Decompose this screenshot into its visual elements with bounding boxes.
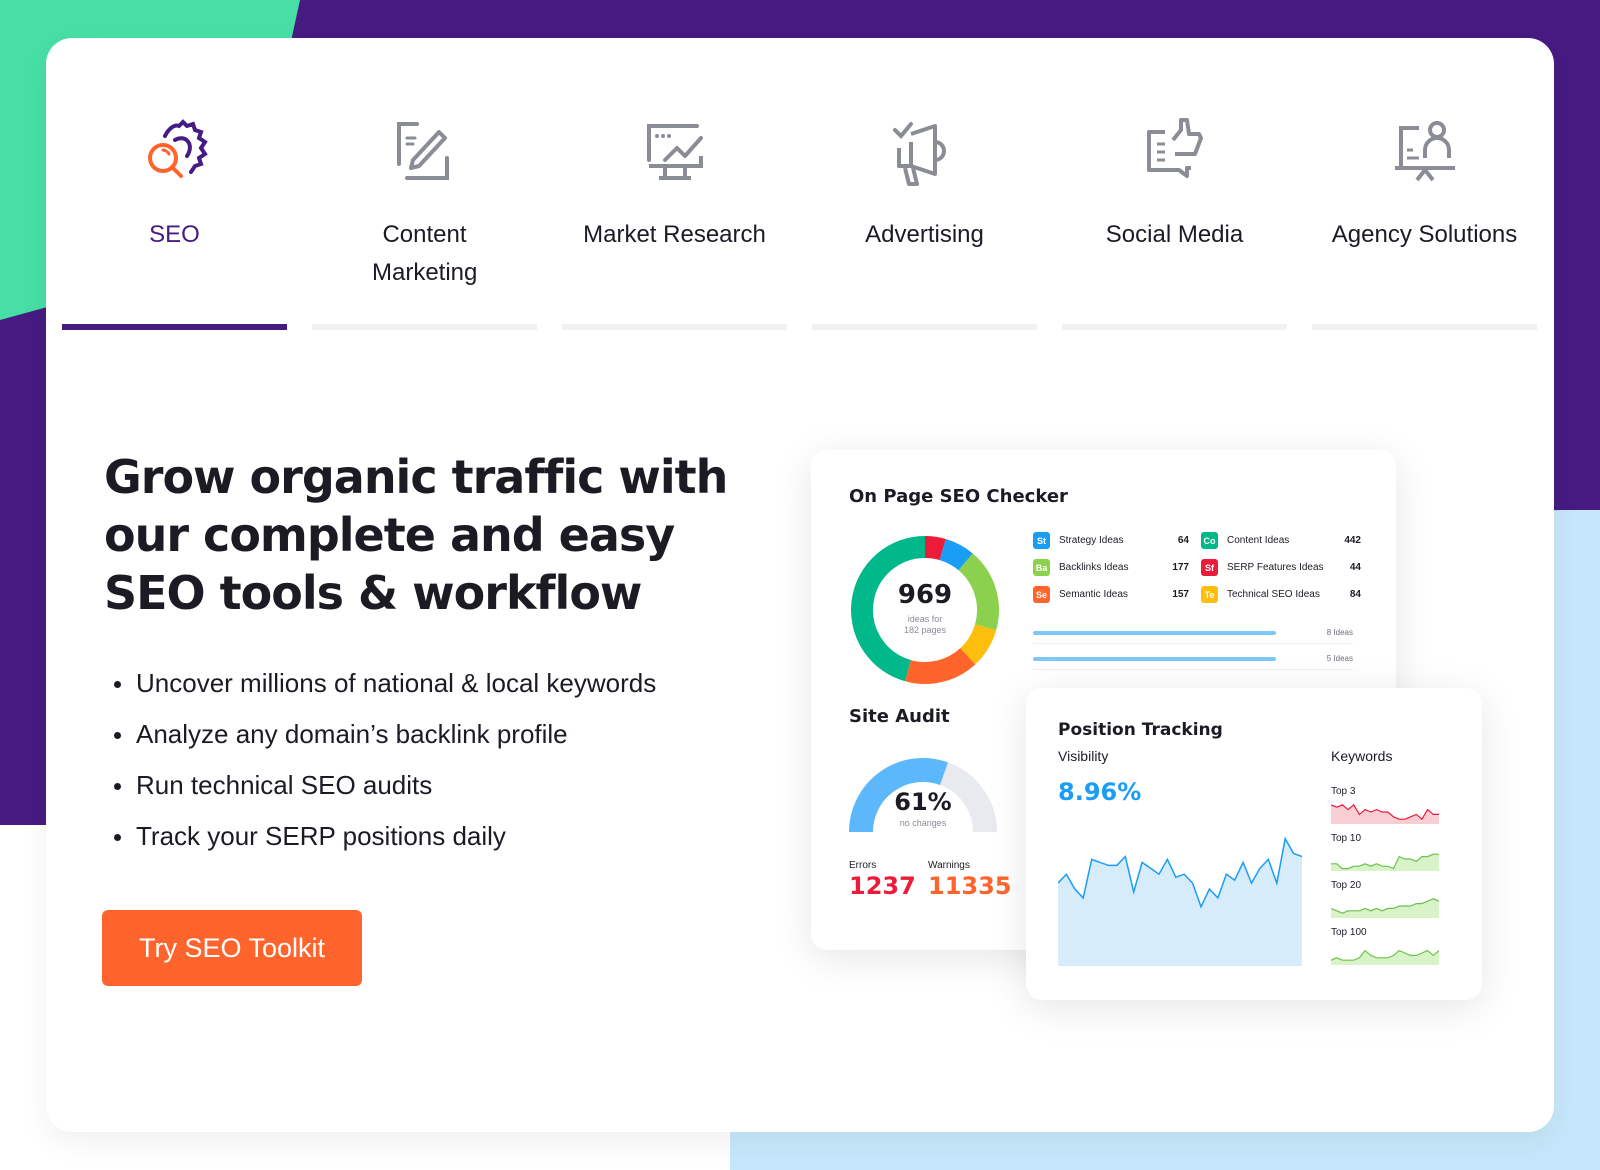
idea-badge: Co [1201,532,1218,549]
warnings-value: 11335 [928,872,1012,900]
idea-count: 442 [1344,535,1361,546]
idea-count: 84 [1349,589,1361,600]
idea-item[interactable]: Te Technical SEO Ideas 84 [1201,586,1361,603]
thumbs-up-chat-icon [1146,118,1203,178]
idea-item[interactable]: Sf SERP Features Ideas 44 [1201,559,1361,576]
idea-count: 157 [1172,589,1189,600]
content-edit-icon [396,122,449,180]
page-ideas-row[interactable]: 8 Ideas [1033,626,1353,644]
keyword-sparkline [1331,853,1439,871]
sparkline-area [1331,898,1439,918]
idea-name: Content Ideas [1227,535,1290,546]
page-ideas-label: 5 Ideas [1326,654,1353,663]
ideas-sub-line: ideas for [907,614,943,624]
market-research-monitor-icon [646,124,703,180]
visibility-value: 8.96% [1058,778,1142,806]
keyword-sparkline [1331,803,1439,824]
tab-social-media[interactable]: Social Media [1062,38,1287,338]
tab-label: Agency Solutions [1331,221,1518,248]
feature-item: Run technical SEO audits [112,760,656,811]
keyword-label: Top 10 [1331,833,1362,844]
feature-item: Analyze any domain’s backlink profile [112,709,656,760]
errors-value: 1237 [849,872,916,900]
tab-indicator [312,324,537,330]
visibility-label: Visibility [1058,748,1109,764]
tab-indicator [812,324,1037,330]
position-tracking-title: Position Tracking [1058,720,1223,740]
site-audit-percent: 61% [894,788,952,816]
idea-badge: Te [1201,586,1218,603]
feature-item: Uncover millions of national & local key… [112,658,656,709]
idea-count: 44 [1349,562,1361,573]
presentation-person-icon [1394,121,1455,182]
keyword-label: Top 3 [1331,786,1356,797]
page-ideas-bar [1033,657,1277,661]
seo-gear-search-icon [147,119,208,178]
idea-name: Backlinks Ideas [1059,562,1129,573]
tab-label: SEO [149,221,200,248]
position-tracking-panel: Position Tracking Visibility 8.96% Keywo… [1026,688,1482,1000]
idea-badge: St [1033,532,1050,549]
idea-name: Strategy Ideas [1059,535,1124,546]
page-ideas-bar [1033,631,1277,635]
ideas-total-sub: ideas for 182 pages [847,614,1003,636]
keyword-label: Top 20 [1331,880,1362,891]
keywords-label: Keywords [1331,748,1393,764]
feature-list: Uncover millions of national & local key… [112,658,656,862]
site-audit-sub: no changes [899,818,947,828]
tab-label: Advertising [865,221,984,248]
idea-count: 64 [1177,535,1189,546]
idea-badge: Ba [1033,559,1050,576]
visibility-chart [1058,836,1302,966]
tab-seo[interactable]: SEO [62,38,287,338]
keyword-sparkline [1331,949,1439,965]
tab-agency-solutions[interactable]: Agency Solutions [1312,38,1537,338]
ideas-sub-line: 182 pages [903,625,947,635]
warnings-label: Warnings [928,860,970,871]
errors-label: Errors [849,860,877,871]
keyword-sparkline [1331,898,1439,918]
tab-market-research[interactable]: Market Research [562,38,787,338]
keyword-label: Top 100 [1331,927,1367,938]
idea-name: Semantic Ideas [1059,589,1128,600]
tab-indicator [62,324,287,330]
hero-title: Grow organic traffic with our complete a… [104,450,728,620]
idea-count: 177 [1172,562,1189,573]
idea-item[interactable]: Se Semantic Ideas 157 [1033,586,1189,603]
sparkline-area [1331,804,1439,824]
page-ideas-label: 8 Ideas [1326,628,1353,637]
idea-item[interactable]: St Strategy Ideas 64 [1033,532,1189,549]
visibility-area [1058,838,1302,966]
on-page-title: On Page SEO Checker [849,486,1068,507]
donut-center: 969 ideas for 182 pages [847,532,1003,688]
product-card: SEO Content Marketing Market Research Ad… [46,38,1554,1132]
try-seo-toolkit-button[interactable]: Try SEO Toolkit [102,910,362,986]
tab-label: Social Media [1105,221,1244,248]
megaphone-icon [892,122,946,186]
idea-name: Technical SEO Ideas [1227,589,1320,600]
page-ideas-row[interactable]: 5 Ideas [1033,652,1353,670]
idea-name: SERP Features Ideas [1227,562,1324,573]
idea-item[interactable]: Ba Backlinks Ideas 177 [1033,559,1189,576]
tab-indicator [562,324,787,330]
tab-advertising[interactable]: Advertising [812,38,1037,338]
idea-badge: Sf [1201,559,1218,576]
ideas-total: 969 [897,580,953,610]
tab-content-marketing[interactable]: Content Marketing [312,38,537,338]
idea-badge: Se [1033,586,1050,603]
product-tabs: SEO Content Marketing Market Research Ad… [62,38,1542,338]
tab-indicator [1062,324,1287,330]
feature-item: Track your SERP positions daily [112,811,656,862]
site-audit-title: Site Audit [849,706,950,727]
tab-label: Market Research [583,221,766,248]
idea-item[interactable]: Co Content Ideas 442 [1201,532,1361,549]
tab-label: Content Marketing [372,221,478,286]
tab-indicator [1312,324,1537,330]
